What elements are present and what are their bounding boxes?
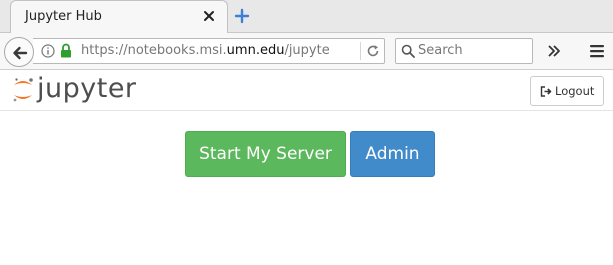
search-bar[interactable]: Search — [395, 38, 533, 64]
plus-icon[interactable] — [234, 8, 250, 24]
info-icon[interactable] — [41, 44, 55, 58]
url-divider — [360, 42, 361, 60]
logout-label: Logout — [555, 84, 595, 98]
start-my-server-button[interactable]: Start My Server — [185, 131, 346, 177]
double-chevron-right-icon[interactable] — [547, 44, 561, 58]
lock-icon[interactable] — [60, 43, 72, 58]
tab-strip: Jupyter Hub — [0, 0, 613, 34]
hamburger-menu-icon[interactable] — [589, 43, 605, 59]
arrow-left-icon — [13, 46, 28, 60]
url-prefix: https://notebooks.msi. — [81, 43, 227, 58]
search-icon — [401, 44, 415, 58]
browser-tab[interactable]: Jupyter Hub — [10, 0, 228, 34]
url-host: umn.edu — [226, 43, 285, 58]
sign-out-icon — [540, 86, 552, 97]
back-button[interactable] — [4, 37, 34, 67]
url-bar[interactable]: https://notebooks.msi.umn.edu/jupyte — [33, 38, 385, 64]
navigation-toolbar: https://notebooks.msi.umn.edu/jupyte Sea… — [0, 33, 613, 70]
admin-button[interactable]: Admin — [350, 131, 435, 177]
search-placeholder: Search — [418, 43, 463, 58]
reload-icon[interactable] — [366, 44, 380, 58]
url-suffix: /jupyte — [284, 43, 330, 58]
close-icon[interactable] — [201, 8, 217, 24]
tab-title: Jupyter Hub — [25, 9, 102, 24]
jupyter-logo[interactable]: jupyter — [12, 73, 152, 107]
logout-button[interactable]: Logout — [530, 76, 604, 106]
jupyterhub-header: jupyter Logout — [0, 70, 613, 111]
jupyter-orbit-icon — [13, 78, 33, 102]
logo-text: jupyter — [37, 73, 137, 104]
url-text[interactable]: https://notebooks.msi.umn.edu/jupyte — [81, 43, 356, 58]
